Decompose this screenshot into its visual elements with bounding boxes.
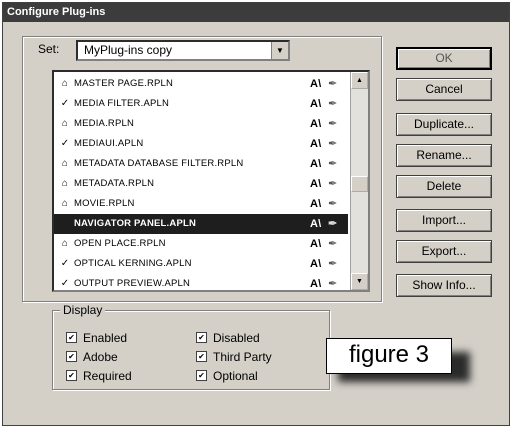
plugin-row[interactable]: ✓ OUTPUT PREVIEW.APLN A\ ✒	[54, 274, 348, 290]
checkbox-check-icon: ✔	[66, 332, 77, 344]
plugin-row[interactable]: NAVIGATOR PANEL.APLN A\ ✒	[54, 214, 348, 234]
chevron-down-icon[interactable]: ▼	[271, 42, 288, 59]
plugin-list-scrollbar[interactable]: ▲ ▼	[350, 72, 368, 290]
import-button[interactable]: Import...	[396, 209, 492, 232]
checkbox-check-icon: ✔	[196, 351, 207, 363]
plugin-name: MEDIA.RPLN	[74, 118, 135, 129]
rename-button[interactable]: Rename...	[396, 144, 492, 167]
checkbox-check-icon: ✔	[66, 351, 77, 363]
required-label: Required	[83, 369, 132, 383]
feather-icon: ✒	[328, 78, 338, 90]
set-dropdown-value: MyPlug-ins copy	[84, 43, 173, 57]
display-label: Display	[60, 303, 106, 317]
feather-icon: ✒	[328, 278, 338, 290]
third-party-label: Third Party	[213, 350, 272, 364]
required-checkbox[interactable]: ✔ Required	[66, 368, 132, 384]
scroll-thumb[interactable]	[351, 176, 368, 192]
checkmark-icon: ✓	[60, 278, 70, 289]
checkbox-check-icon: ✔	[196, 332, 207, 344]
lock-icon: ⌂	[61, 238, 69, 249]
adobe-logo-icon: A\	[310, 278, 322, 290]
plugin-name: OPTICAL KERNING.APLN	[74, 258, 192, 269]
lock-icon: ⌂	[61, 118, 69, 129]
plugin-name: OUTPUT PREVIEW.APLN	[74, 278, 191, 289]
duplicate-button[interactable]: Duplicate...	[396, 113, 492, 136]
set-dropdown[interactable]: MyPlug-ins copy ▼	[76, 40, 290, 61]
checkmark-icon: ✓	[60, 258, 70, 269]
ok-button[interactable]: OK	[396, 47, 492, 70]
adobe-checkbox[interactable]: ✔ Adobe	[66, 349, 118, 365]
feather-icon: ✒	[328, 158, 338, 170]
checkmark-icon: ✓	[60, 98, 70, 109]
optional-label: Optional	[213, 369, 258, 383]
plugin-row[interactable]: ✓ MEDIA FILTER.APLN A\ ✒	[54, 94, 348, 114]
enabled-checkbox[interactable]: ✔ Enabled	[66, 330, 127, 346]
plugin-row[interactable]: ⌂ MOVIE.RPLN A\ ✒	[54, 194, 348, 214]
enabled-label: Enabled	[83, 331, 128, 345]
plugin-row[interactable]: ✓ OPTICAL KERNING.APLN A\ ✒	[54, 254, 348, 274]
third-party-checkbox[interactable]: ✔ Third Party	[196, 349, 272, 365]
plugin-list[interactable]: ⌂ MASTER PAGE.RPLN A\ ✒ ✓ MEDIA FILTER.APLN A\…	[52, 70, 370, 292]
plugin-row[interactable]: ✓ MEDIAUI.APLN A\ ✒	[54, 134, 348, 154]
plugin-name: METADATA DATABASE FILTER.RPLN	[74, 158, 244, 169]
adobe-logo-icon: A\	[310, 238, 322, 250]
plugin-row[interactable]: ⌂ MEDIA.RPLN A\ ✒	[54, 114, 348, 134]
adobe-logo-icon: A\	[310, 98, 322, 110]
optional-checkbox[interactable]: ✔ Optional	[196, 368, 258, 384]
plugin-name: METADATA.RPLN	[74, 178, 155, 189]
checkmark-icon: ✓	[60, 138, 70, 149]
adobe-logo-icon: A\	[310, 258, 322, 270]
adobe-label: Adobe	[83, 350, 118, 364]
delete-button[interactable]: Delete	[396, 175, 492, 198]
adobe-logo-icon: A\	[310, 218, 322, 230]
disabled-label: Disabled	[213, 331, 260, 345]
disabled-checkbox[interactable]: ✔ Disabled	[196, 330, 260, 346]
adobe-logo-icon: A\	[310, 158, 322, 170]
lock-icon: ⌂	[61, 158, 69, 169]
plugin-name: NAVIGATOR PANEL.APLN	[74, 218, 197, 229]
figure-caption: figure 3	[326, 338, 452, 374]
adobe-logo-icon: A\	[310, 178, 322, 190]
adobe-logo-icon: A\	[310, 118, 322, 130]
plugin-row[interactable]: ⌂ MASTER PAGE.RPLN A\ ✒	[54, 74, 348, 94]
plugin-name: OPEN PLACE.RPLN	[74, 238, 166, 249]
feather-icon: ✒	[328, 138, 338, 150]
lock-icon: ⌂	[61, 198, 69, 209]
dialog-title: Configure Plug-ins	[3, 3, 509, 22]
feather-icon: ✒	[328, 178, 338, 190]
feather-icon: ✒	[328, 118, 338, 130]
plugin-name: MASTER PAGE.RPLN	[74, 78, 174, 89]
adobe-logo-icon: A\	[310, 198, 322, 210]
checkbox-check-icon: ✔	[196, 370, 207, 382]
plugin-name: MEDIA FILTER.APLN	[74, 98, 170, 109]
plugin-row[interactable]: ⌂ METADATA DATABASE FILTER.RPLN A\ ✒	[54, 154, 348, 174]
plugin-name: MOVIE.RPLN	[74, 198, 135, 209]
lock-icon: ⌂	[61, 78, 69, 89]
adobe-logo-icon: A\	[310, 138, 322, 150]
feather-icon: ✒	[328, 238, 338, 250]
scroll-down-icon[interactable]: ▼	[351, 273, 368, 290]
export-button[interactable]: Export...	[396, 240, 492, 263]
cancel-button[interactable]: Cancel	[396, 78, 492, 101]
adobe-logo-icon: A\	[310, 78, 322, 90]
lock-icon: ⌂	[61, 178, 69, 189]
plugin-row[interactable]: ⌂ METADATA.RPLN A\ ✒	[54, 174, 348, 194]
plugin-row[interactable]: ⌂ OPEN PLACE.RPLN A\ ✒	[54, 234, 348, 254]
plugin-name: MEDIAUI.APLN	[74, 138, 144, 149]
scroll-up-icon[interactable]: ▲	[351, 72, 368, 89]
checkbox-check-icon: ✔	[66, 370, 77, 382]
feather-icon: ✒	[328, 218, 338, 230]
feather-icon: ✒	[328, 258, 338, 270]
feather-icon: ✒	[328, 198, 338, 210]
show-info-button[interactable]: Show Info...	[396, 274, 492, 297]
set-label: Set:	[34, 42, 64, 56]
feather-icon: ✒	[328, 98, 338, 110]
